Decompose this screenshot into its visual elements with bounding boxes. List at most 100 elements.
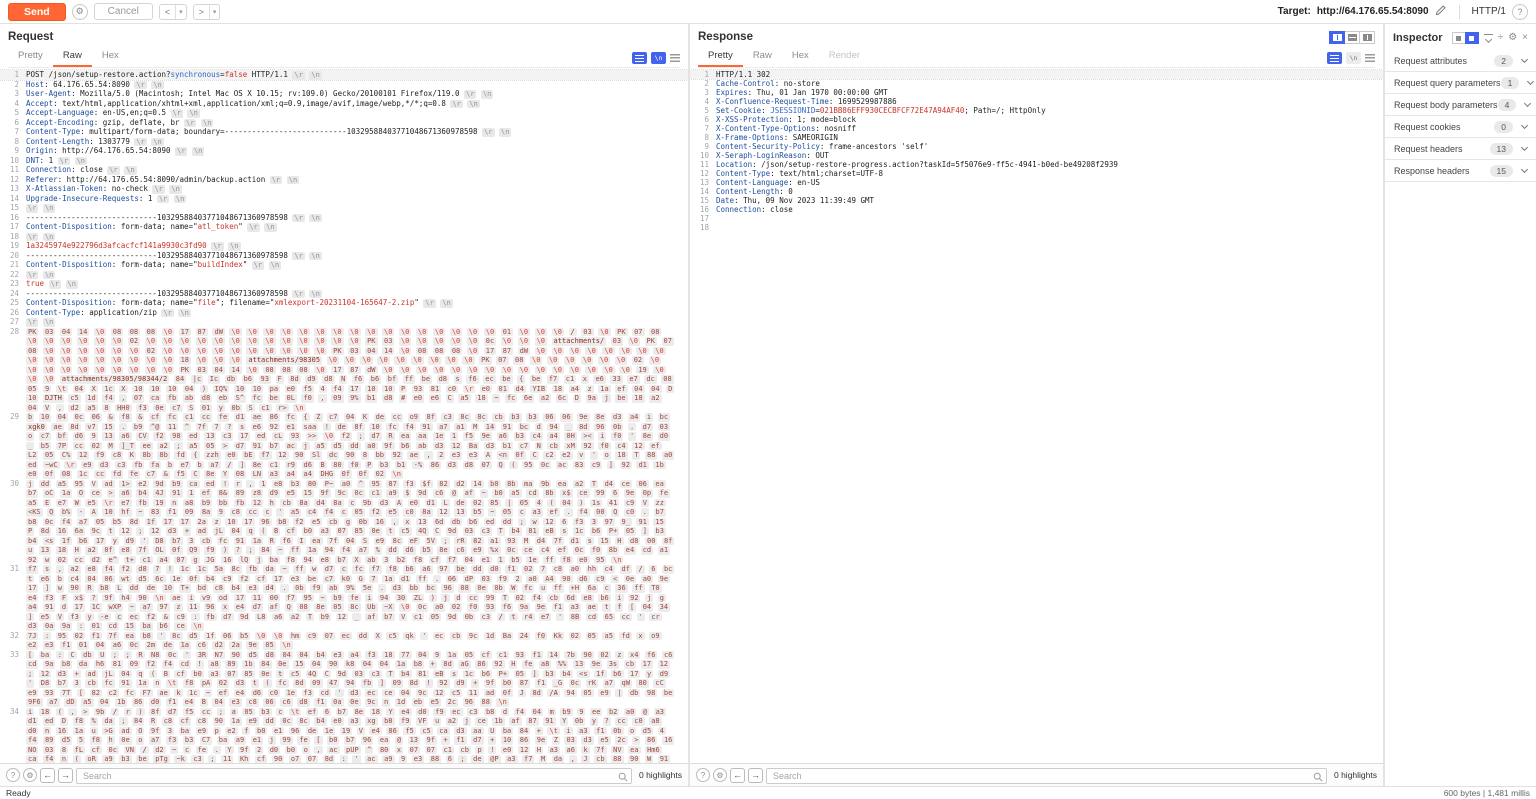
code-line: 4X-Confluence-Request-Time: 169952998788… bbox=[690, 97, 1383, 106]
response-editor[interactable]: 1HTTP/1.1 3022Cache-Control: no-store3Ex… bbox=[690, 68, 1383, 763]
forward-caret-icon[interactable]: ▾ bbox=[209, 5, 220, 19]
inspector-view-compact-icon[interactable] bbox=[1452, 32, 1466, 44]
inspector-dock-icon[interactable] bbox=[1484, 34, 1493, 42]
help-icon[interactable]: ? bbox=[1512, 4, 1528, 20]
line-number: 24 bbox=[0, 289, 26, 299]
line-number: 32 bbox=[0, 631, 26, 650]
code-line: 27\r \n bbox=[0, 317, 688, 327]
main-area: Request Pretty Raw Hex \n 1POST /json/se… bbox=[0, 24, 1536, 786]
search-settings-gear-icon[interactable]: ⚙ bbox=[713, 768, 727, 782]
code-line: 5Set-Cookie: JSESSIONID=021BB86EFF930CEC… bbox=[690, 106, 1383, 115]
code-line: 2Host: 64.176.65.54:8090 \r \n bbox=[0, 80, 688, 90]
request-editor[interactable]: 1POST /json/setup-restore.action?synchro… bbox=[0, 68, 688, 763]
wrap-lines-toggle-icon[interactable] bbox=[1327, 52, 1342, 64]
show-nonprintable-toggle-icon[interactable]: \n bbox=[1346, 52, 1361, 64]
send-button[interactable]: Send bbox=[8, 3, 66, 21]
request-tabs: Pretty Raw Hex bbox=[8, 47, 129, 67]
code-line: 18 bbox=[690, 223, 1383, 232]
response-tab-pretty[interactable]: Pretty bbox=[698, 47, 743, 67]
line-number: 16 bbox=[690, 205, 716, 214]
layout-columns-icon[interactable] bbox=[1329, 31, 1345, 44]
inspector-view-expanded-icon[interactable] bbox=[1465, 32, 1479, 44]
history-forward-button[interactable]: > ▾ bbox=[193, 4, 221, 20]
code-line: 26Content-Type: application/zip \r \n bbox=[0, 308, 688, 318]
back-caret-icon[interactable]: ▾ bbox=[175, 5, 186, 19]
line-number: 13 bbox=[0, 184, 26, 194]
line-number: 34 bbox=[0, 707, 26, 764]
wrap-lines-toggle-icon[interactable] bbox=[632, 52, 647, 64]
inspector-section-request-attributes[interactable]: Request attributes 2 bbox=[1385, 50, 1536, 72]
line-number: 21 bbox=[0, 260, 26, 270]
request-tab-raw[interactable]: Raw bbox=[53, 47, 92, 67]
search-help-icon[interactable]: ? bbox=[6, 768, 20, 782]
search-prev-icon[interactable]: ← bbox=[730, 768, 745, 783]
line-number: 6 bbox=[0, 118, 26, 128]
line-number: 18 bbox=[0, 232, 26, 242]
response-tab-hex[interactable]: Hex bbox=[782, 47, 819, 67]
code-line: 16-----------------------------103295884… bbox=[0, 213, 688, 223]
editor-menu-icon[interactable] bbox=[1365, 54, 1375, 62]
chevron-down-icon bbox=[1521, 143, 1528, 150]
inspector-section-request-headers[interactable]: Request headers 13 bbox=[1385, 138, 1536, 160]
chevron-down-icon bbox=[1524, 99, 1531, 106]
chevron-down-icon bbox=[1527, 77, 1534, 84]
cancel-button[interactable]: Cancel bbox=[94, 3, 153, 20]
code-line: 20-----------------------------103295884… bbox=[0, 251, 688, 261]
line-number: 10 bbox=[690, 151, 716, 160]
inspector-title: Inspector bbox=[1393, 32, 1443, 44]
layout-rows-icon[interactable] bbox=[1344, 31, 1360, 44]
http-version-selector[interactable]: HTTP/1 bbox=[1472, 6, 1506, 17]
response-tab-raw[interactable]: Raw bbox=[743, 47, 782, 67]
line-number: 12 bbox=[0, 175, 26, 185]
inspector-section-request-body-parameters[interactable]: Request body parameters 4 bbox=[1385, 94, 1536, 116]
line-number: 11 bbox=[0, 165, 26, 175]
code-line: 28PK 03 04 14 \0 08 08 08 \0 17 87 dW \0… bbox=[0, 327, 688, 413]
line-number: 11 bbox=[690, 160, 716, 169]
edit-target-pencil-icon[interactable] bbox=[1435, 3, 1447, 21]
chevron-down-icon bbox=[1521, 121, 1528, 128]
search-help-icon[interactable]: ? bbox=[696, 768, 710, 782]
line-number: 14 bbox=[0, 194, 26, 204]
layout-grid-icon[interactable] bbox=[1359, 31, 1375, 44]
response-search-input[interactable] bbox=[766, 768, 1327, 784]
code-line: 29b 10 04 0c 06 & f8 & cf fc c1 cc fe d1… bbox=[0, 412, 688, 479]
request-tab-hex[interactable]: Hex bbox=[92, 47, 129, 67]
code-line: 8X-Frame-Options: SAMEORIGIN bbox=[690, 133, 1383, 142]
search-next-icon[interactable]: → bbox=[748, 768, 763, 783]
inspector-section-request-cookies[interactable]: Request cookies 0 bbox=[1385, 116, 1536, 138]
inspector-close-icon[interactable]: × bbox=[1522, 33, 1528, 43]
history-back-button[interactable]: < ▾ bbox=[159, 4, 187, 20]
line-number: 8 bbox=[0, 137, 26, 147]
inspector-section-response-headers[interactable]: Response headers 15 bbox=[1385, 160, 1536, 182]
search-prev-icon[interactable]: ← bbox=[40, 768, 55, 783]
code-line: 6Accept-Encoding: gzip, deflate, br \r \… bbox=[0, 118, 688, 128]
show-nonprintable-toggle-icon[interactable]: \n bbox=[651, 52, 666, 64]
code-line: 24-----------------------------103295884… bbox=[0, 289, 688, 299]
code-line: 9Content-Security-Policy: frame-ancestor… bbox=[690, 142, 1383, 151]
inspector-settings-gear-icon[interactable]: ⚙ bbox=[1508, 33, 1517, 43]
line-number: 1 bbox=[0, 70, 26, 80]
line-number: 4 bbox=[0, 99, 26, 109]
status-ready: Ready bbox=[6, 788, 31, 798]
line-number: 20 bbox=[0, 251, 26, 261]
editor-menu-icon[interactable] bbox=[670, 54, 680, 62]
request-tab-pretty[interactable]: Pretty bbox=[8, 47, 53, 67]
request-pane-title: Request bbox=[8, 31, 53, 43]
count-badge: 15 bbox=[1490, 165, 1513, 177]
request-settings-gear-icon[interactable]: ⚙ bbox=[72, 4, 88, 20]
search-settings-gear-icon[interactable]: ⚙ bbox=[23, 768, 37, 782]
request-search-input[interactable] bbox=[76, 768, 632, 784]
code-line: 23true \r \n bbox=[0, 279, 688, 289]
count-badge: 4 bbox=[1498, 99, 1517, 111]
code-line: 1POST /json/setup-restore.action?synchro… bbox=[0, 70, 688, 80]
line-number: 5 bbox=[0, 108, 26, 118]
inspector-section-request-query-parameters[interactable]: Request query parameters 1 bbox=[1385, 72, 1536, 94]
code-line: 3Expires: Thu, 01 Jan 1970 00:00:00 GMT bbox=[690, 88, 1383, 97]
layout-segmented-control bbox=[1330, 31, 1375, 44]
code-line: 8Content-Length: 1303779 \r \n bbox=[0, 137, 688, 147]
request-pane-header: Request Pretty Raw Hex \n bbox=[0, 24, 688, 68]
response-highlights-count: 0 highlights bbox=[1334, 770, 1377, 780]
search-next-icon[interactable]: → bbox=[58, 768, 73, 783]
code-line: 15Date: Thu, 09 Nov 2023 11:39:49 GMT bbox=[690, 196, 1383, 205]
inspector-split-icon[interactable]: ÷ bbox=[1498, 33, 1504, 43]
